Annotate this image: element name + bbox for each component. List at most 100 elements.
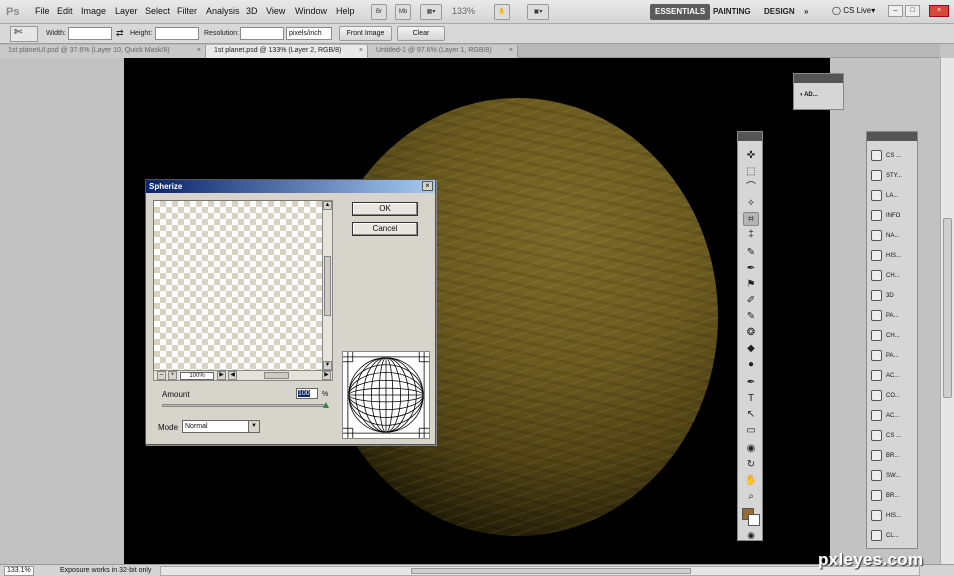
quick-selection-tool-icon[interactable]: ✧: [743, 197, 759, 211]
front-image-button[interactable]: Front Image: [339, 26, 392, 41]
dock-item-brush[interactable]: BR...: [871, 487, 915, 505]
menu-help[interactable]: Help: [336, 6, 355, 16]
pen-tool-icon[interactable]: ✒: [743, 376, 759, 390]
scroll-left-icon[interactable]: ◀: [228, 371, 237, 380]
crop-tool-icon[interactable]: ⌗: [743, 212, 759, 226]
scroll-down-icon[interactable]: ▼: [323, 361, 332, 370]
width-field[interactable]: [68, 27, 112, 40]
horizontal-scrollbar[interactable]: [160, 566, 920, 576]
zoom-tool-icon[interactable]: ⌕: [743, 490, 759, 504]
tools-panel-header[interactable]: [738, 132, 762, 141]
path-selection-tool-icon[interactable]: ↖: [743, 408, 759, 422]
zoom-in-button[interactable]: +: [168, 371, 177, 380]
dock-item-navigator[interactable]: NA...: [871, 227, 915, 245]
dock-item-paths[interactable]: PA...: [871, 307, 915, 325]
dock-item-brush-presets[interactable]: BR...: [871, 447, 915, 465]
workspace-painting[interactable]: PAINTING: [708, 4, 756, 20]
dock-item-3d[interactable]: 3D: [871, 287, 915, 305]
cancel-button[interactable]: Cancel: [352, 222, 418, 236]
scroll-up-icon[interactable]: ▲: [323, 201, 332, 210]
mini-bridge-button[interactable]: Mb: [395, 4, 411, 20]
horizontal-scroll-thumb[interactable]: [411, 568, 691, 574]
status-zoom-field[interactable]: 133.1%: [4, 566, 34, 576]
bridge-button[interactable]: Br: [371, 4, 387, 20]
tab-untitled-1[interactable]: Untitled-1 @ 97.6% (Layer 1, RGB/8) ×: [368, 45, 518, 58]
scroll-right-icon[interactable]: ▶: [217, 371, 226, 380]
tab-close-icon[interactable]: ×: [509, 45, 513, 57]
filter-preview[interactable]: [153, 200, 327, 380]
tab-close-icon[interactable]: ×: [359, 45, 363, 57]
hand-tool-icon[interactable]: ✋: [743, 474, 759, 488]
swap-icon[interactable]: ⇄: [116, 28, 124, 39]
amount-input[interactable]: 100: [296, 388, 318, 399]
dock-item-color[interactable]: CO...: [871, 387, 915, 405]
3d-orbit-tool-icon[interactable]: ↻: [743, 458, 759, 472]
marquee-tool-icon[interactable]: ⬚: [743, 165, 759, 179]
lasso-tool-icon[interactable]: ⌒: [743, 181, 759, 195]
restore-button[interactable]: □: [905, 5, 920, 17]
menu-analysis[interactable]: Analysis: [206, 6, 240, 16]
clear-button[interactable]: Clear: [397, 26, 445, 41]
quick-mask-icon[interactable]: ◉: [743, 528, 759, 542]
dodge-tool-icon[interactable]: ●: [743, 358, 759, 372]
type-tool-icon[interactable]: T: [743, 392, 759, 406]
dock-item-history[interactable]: HIS...: [871, 507, 915, 525]
preview-horizontal-thumb[interactable]: [264, 372, 289, 379]
tab-1st-planetui[interactable]: 1st planetUI.psd @ 37.6% (Layer 10, Quic…: [0, 45, 206, 58]
menu-layer[interactable]: Layer: [115, 6, 138, 16]
screen-mode-icon[interactable]: ▣▾: [527, 4, 549, 20]
height-field[interactable]: [155, 27, 199, 40]
menu-select[interactable]: Select: [145, 6, 170, 16]
zoom-out-button[interactable]: –: [157, 371, 166, 380]
crop-tool-preset-picker[interactable]: ✄: [10, 26, 38, 42]
menu-view[interactable]: View: [266, 6, 285, 16]
menu-window[interactable]: Window: [295, 6, 327, 16]
amount-slider[interactable]: [162, 404, 327, 407]
mode-select[interactable]: Normal ▼: [182, 420, 260, 433]
preview-scroll-thumb[interactable]: [324, 256, 331, 316]
vertical-scroll-thumb[interactable]: [943, 218, 952, 398]
resolution-field[interactable]: [240, 27, 284, 40]
3d-rotate-tool-icon[interactable]: ◉: [743, 442, 759, 456]
workspace-essentials[interactable]: ESSENTIALS: [650, 4, 711, 20]
dock-header[interactable]: [867, 132, 917, 141]
ok-button[interactable]: OK: [352, 202, 418, 216]
tab-1st-planet[interactable]: 1st planet.psd @ 133% (Layer 2, RGB/8) ×: [206, 45, 368, 58]
dock-item-actions[interactable]: AC...: [871, 367, 915, 385]
dock-item-character[interactable]: CH...: [871, 267, 915, 285]
zoom-level[interactable]: 133%: [452, 6, 475, 16]
adjustments-panel-button[interactable]: ◑ AD...: [799, 92, 818, 98]
blur-tool-icon[interactable]: ◆: [743, 342, 759, 356]
dock-item-channels[interactable]: CH...: [871, 327, 915, 345]
close-window-button[interactable]: ×: [929, 5, 949, 17]
more-workspaces-button[interactable]: »: [799, 4, 813, 20]
menu-3d[interactable]: 3D: [246, 6, 258, 16]
shape-tool-icon[interactable]: ▭: [743, 424, 759, 438]
tab-close-icon[interactable]: ×: [197, 45, 201, 57]
menu-filter[interactable]: Filter: [177, 6, 197, 16]
vertical-scrollbar[interactable]: [940, 58, 954, 564]
dock-item-swatches[interactable]: SW...: [871, 467, 915, 485]
paint-bucket-tool-icon[interactable]: ❂: [743, 326, 759, 340]
eraser-tool-icon[interactable]: ✎: [743, 310, 759, 324]
dock-item-layers[interactable]: LA...: [871, 187, 915, 205]
dock-item-clone[interactable]: CL...: [871, 527, 915, 545]
amount-slider-handle[interactable]: [323, 402, 329, 408]
hand-tool-icon[interactable]: ✋: [494, 4, 510, 20]
dock-item-paragraph[interactable]: PA...: [871, 347, 915, 365]
dock-item-histogram[interactable]: HIS...: [871, 247, 915, 265]
dock-item-clone-source[interactable]: CS ...: [871, 427, 915, 445]
eyedropper-tool-icon[interactable]: ‡: [743, 228, 759, 242]
cs-live-button[interactable]: ◯ CS Live▾: [832, 6, 875, 15]
dock-item-adjustments[interactable]: AC...: [871, 407, 915, 425]
clone-stamp-tool-icon[interactable]: ⚑: [743, 278, 759, 292]
healing-brush-tool-icon[interactable]: ✎: [743, 246, 759, 260]
panel-header[interactable]: [794, 74, 843, 83]
scroll-right-end-icon[interactable]: ▶: [322, 371, 331, 380]
minimize-button[interactable]: –: [888, 5, 903, 17]
menu-edit[interactable]: Edit: [57, 6, 73, 16]
preview-vertical-scrollbar[interactable]: ▲ ▼: [322, 200, 333, 371]
background-color-swatch[interactable]: [748, 514, 760, 526]
resolution-unit-select[interactable]: pixels/inch: [286, 27, 332, 40]
history-brush-tool-icon[interactable]: ✐: [743, 294, 759, 308]
